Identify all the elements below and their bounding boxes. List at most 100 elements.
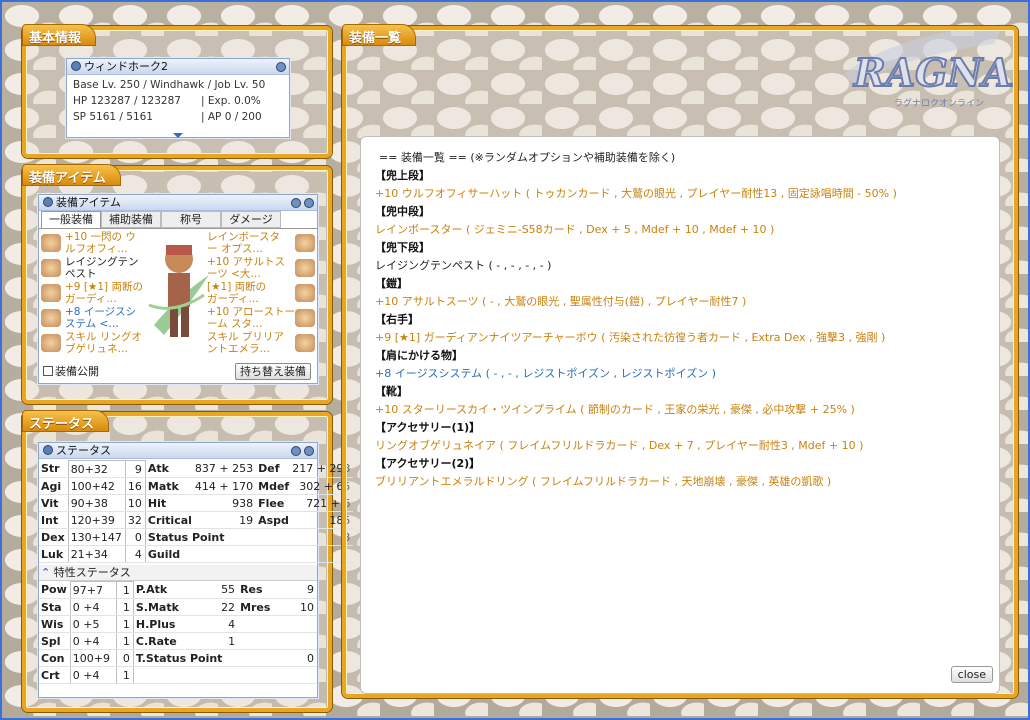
status-row: Vit 90+38 10 Hit 938 Flee 721 + 6 <box>39 494 354 512</box>
stat-name: Spl <box>39 632 71 650</box>
status-row: Spl 0 +4 1 C.Rate 1 <box>39 632 317 650</box>
left-equip-slot[interactable]: +8 イージスシ ステム <… <box>41 306 149 331</box>
item-name-line2: ガーディ… <box>65 293 117 305</box>
equip-item-detail: +8 イージスシステム ( - , - , レジストポイズン , レジストポイズ… <box>375 367 716 380</box>
sub-stat-value: 837 + 253 <box>194 460 257 478</box>
right-equip-slot[interactable]: レインボースター オプス… <box>207 231 315 256</box>
basic-info-window: ウィンドホーク2 Base Lv. 250 / Windhawk / Job L… <box>66 58 290 138</box>
collapse-icon[interactable] <box>276 62 286 72</box>
stat-bonus: 16 <box>124 477 146 495</box>
stat-base: 120+39 <box>67 511 126 529</box>
right-equip-slot[interactable]: +10 アサルトス ーツ <大… <box>207 256 315 281</box>
minimize-icon[interactable] <box>291 198 301 208</box>
sub-stat-name: Status Point <box>145 528 257 546</box>
stat-name: Str <box>39 460 69 478</box>
item-name-line2: ガーディ… <box>207 293 259 305</box>
stat-bonus: 0 <box>116 649 134 667</box>
basic-info-panel: 基本情報 ウィンドホーク2 Base Lv. 250 / Windhawk / … <box>22 24 332 158</box>
right-equip-slot[interactable]: スキル ブリリア ントエメラ… <box>207 331 315 356</box>
minimize-icon[interactable] <box>291 446 301 456</box>
minimize-icon[interactable] <box>43 445 53 455</box>
sub-stat-value: 22 <box>195 598 239 616</box>
status-titlebar[interactable]: ステータス <box>39 443 317 459</box>
item-name-line1: +10 アローストー <box>207 306 295 318</box>
left-equip-slot[interactable]: +10 一閃の ウルフオフィ… <box>41 231 149 256</box>
item-name-line2: ー オプス… <box>207 243 263 255</box>
equip-window-title: 装備アイテム <box>56 196 121 209</box>
sub-stat-name: Res <box>238 581 279 599</box>
equip-public-checkbox[interactable] <box>43 366 53 376</box>
sub-stat-name: Guild <box>145 545 257 563</box>
right-equip-slot[interactable]: +10 アローストー ーム スタ… <box>207 306 315 331</box>
item-name-line1: +9 [★1] 両断の <box>65 281 143 293</box>
stat-name: Crt <box>39 666 71 684</box>
sub-stat-name: Matk <box>145 477 195 495</box>
trait-status-header[interactable]: ⌃ 特性ステータス <box>39 565 317 581</box>
minimize-icon[interactable] <box>71 61 81 71</box>
equip-slot-heading: 【兜中段】 <box>375 205 430 218</box>
item-name-line2: ーム スタ… <box>207 318 263 330</box>
minimize-icon[interactable] <box>43 197 53 207</box>
expand-arrow-icon[interactable] <box>173 133 183 138</box>
stat-name: Wis <box>39 615 71 633</box>
close-icon[interactable] <box>304 446 314 456</box>
status-row: Sta 0 +4 1 S.Matk 22 Mres 10 <box>39 598 317 616</box>
item-icon <box>41 309 61 327</box>
equip-slot-heading: 【兜下段】 <box>375 241 430 254</box>
stat-bonus: 10 <box>124 494 146 512</box>
left-equip-slot[interactable]: スキル リングオ ブゲリュネ… <box>41 331 149 356</box>
equip-list-header: == 装備一覧 == (※ランダムオプションや補助装備を除く) <box>379 151 676 164</box>
item-name-line1: +8 イージスシ <box>65 306 137 318</box>
stat-name: Int <box>39 511 69 529</box>
sub-stat-value: 10 <box>278 598 317 616</box>
left-equip-slot[interactable]: +9 [★1] 両断の ガーディ… <box>41 281 149 306</box>
equip-item-detail: ブリリアントエメラルドリング ( フレイムフリルドラカード , 天地崩壊 , 豪… <box>375 475 832 488</box>
right-equip-slot[interactable]: [★1] 両断の ガーディ… <box>207 281 315 306</box>
stat-bonus: 1 <box>116 598 134 616</box>
item-icon <box>295 259 315 277</box>
item-icon <box>41 259 61 277</box>
equip-slot-heading: 【肩にかける物】 <box>375 349 463 362</box>
switch-equip-button[interactable]: 持ち替え装備 <box>235 363 311 380</box>
sub-stat-value <box>278 666 317 684</box>
equip-slot-heading: 【靴】 <box>375 385 408 398</box>
sub-stat-value: 414 + 170 <box>194 477 257 495</box>
equip-item-detail: +10 アサルトスーツ ( - , 大鷲の眼光 , 聖属性付与(鎧) , プレイ… <box>375 295 747 308</box>
sub-stat-value: 1 <box>195 632 239 650</box>
basic-info-titlebar[interactable]: ウィンドホーク2 <box>67 59 289 75</box>
item-icon <box>295 334 315 352</box>
sub-stat-value: 9 <box>278 581 317 599</box>
tab-damage[interactable]: ダメージ <box>221 211 281 228</box>
item-name-line2: ーツ <大… <box>207 268 261 280</box>
sub-stat-name: T.Status Point <box>133 649 239 667</box>
close-icon[interactable] <box>304 198 314 208</box>
status-row: Con 100+9 0 T.Status Point 0 <box>39 649 317 667</box>
stat-base: 100+42 <box>67 477 126 495</box>
close-button[interactable]: close <box>950 666 993 683</box>
sub-stat-name: P.Atk <box>133 581 196 599</box>
item-name-line1: レイジングテン <box>65 256 139 268</box>
stat-bonus: 1 <box>116 666 134 684</box>
equip-titlebar[interactable]: 装備アイテム <box>39 195 317 211</box>
chevron-up-icon: ⌃ <box>41 566 51 579</box>
tab-sub-equip[interactable]: 補助装備 <box>101 211 161 228</box>
sub-stat-value <box>256 545 354 563</box>
stat-base: 21+34 <box>67 545 126 563</box>
item-icon <box>295 309 315 327</box>
item-name-line1: レインボースタ <box>207 231 280 243</box>
stat-bonus: 9 <box>124 460 146 478</box>
stat-base: 0 +4 <box>69 632 118 650</box>
hp-text: HP 123287 / 123287 <box>73 95 181 107</box>
equip-slot-heading: 【鎧】 <box>375 277 408 290</box>
equip-list-panel: 装備一覧 == 装備一覧 == (※ランダムオプションや補助装備を除く) 【兜上… <box>342 24 1018 698</box>
item-icon <box>41 334 61 352</box>
trait-table: Pow 97+7 1 P.Atk 55 Res 9 Sta 0 +4 1 S.Matk 22 Mres 1… <box>39 581 317 684</box>
stat-base: 100+9 <box>69 649 118 667</box>
stat-base: 0 +4 <box>69 598 118 616</box>
tab-general-equip[interactable]: 一般装備 <box>41 211 101 228</box>
equip-public-toggle[interactable]: 装備公開 <box>43 363 99 379</box>
tab-title[interactable]: 称号 <box>161 211 221 228</box>
left-equip-slot[interactable]: レイジングテン ペスト <box>41 256 149 281</box>
stat-name: Con <box>39 649 71 667</box>
stat-base: 130+147 <box>67 528 126 546</box>
